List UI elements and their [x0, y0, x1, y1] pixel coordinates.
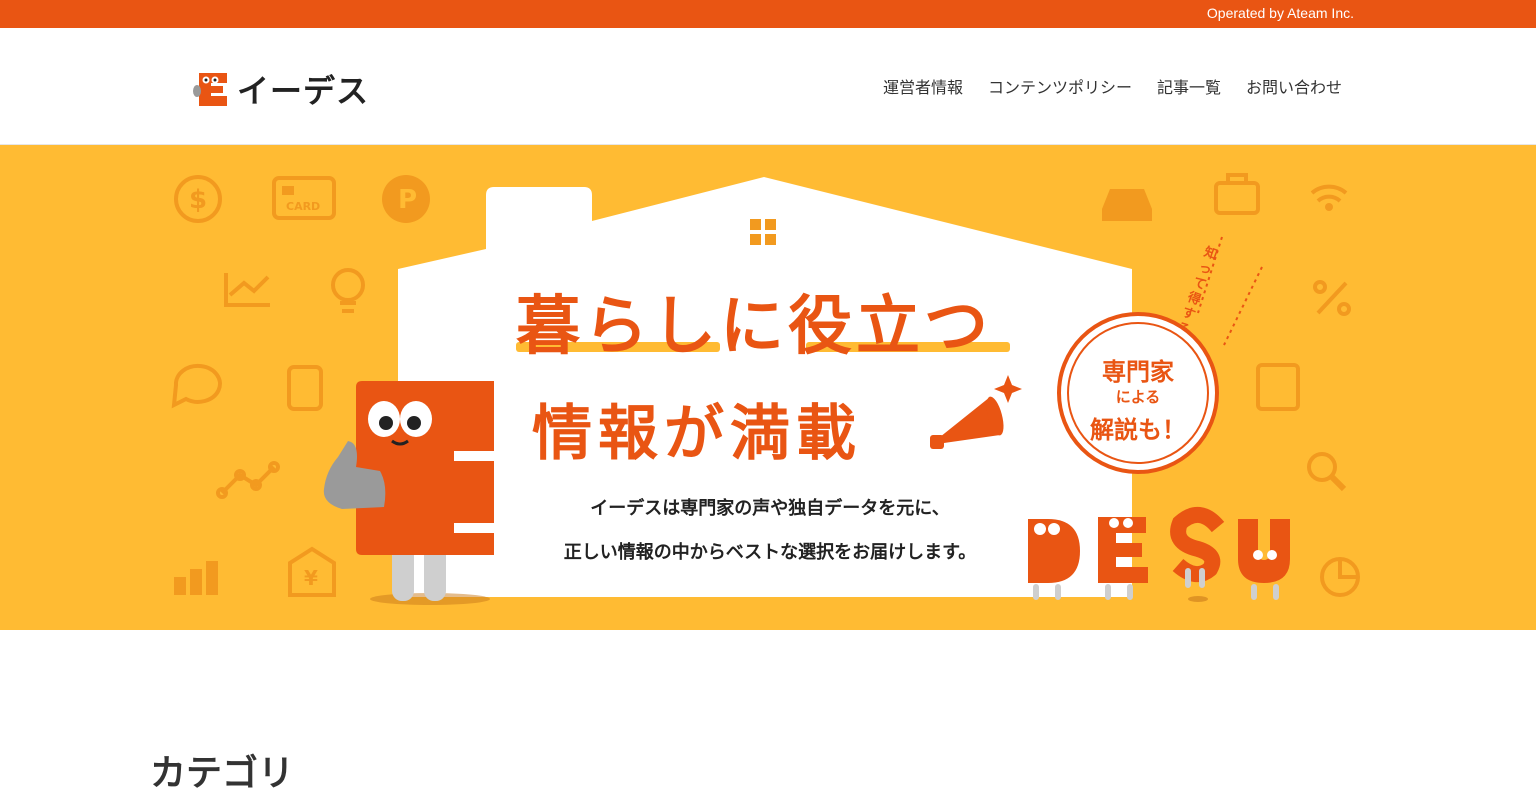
nav-content-policy[interactable]: コンテンツポリシー [988, 74, 1132, 98]
house-yen-icon: ¥ [288, 546, 336, 597]
calculator-icon [1256, 363, 1300, 411]
badge-line2: による [1115, 388, 1161, 406]
wifi-icon [1310, 184, 1348, 203]
chart-line-icon [224, 273, 270, 307]
points-icon: P [398, 185, 417, 215]
nav-operator-info[interactable]: 運営者情報 [883, 74, 963, 98]
site-logo[interactable]: イーデス [193, 66, 369, 112]
logo-mascot-icon [193, 73, 227, 106]
svg-text:$: $ [189, 185, 207, 215]
badge-line1: 専門家 [1102, 358, 1174, 386]
search-icon [1307, 452, 1347, 492]
phone-icon [287, 365, 323, 411]
hero-subcopy-line1: イーデスは専門家の声や独自データを元に、 [590, 498, 950, 519]
expert-badge: 専門家 による 解説も！ [1057, 312, 1219, 474]
badge-line3: 解説も！ [1090, 416, 1186, 444]
nav-article-list[interactable]: 記事一覧 [1157, 74, 1221, 98]
nav-contact[interactable]: お問い合わせ [1246, 74, 1342, 98]
chat-icon [171, 363, 222, 409]
category-section-title: カテゴリ [150, 753, 295, 794]
hero-subcopy-line2: 正しい情報の中からベストな選択をお届けします。 [563, 542, 977, 563]
bulb-icon [331, 268, 365, 313]
site-header: イーデス 運営者情報 コンテンツポリシー 記事一覧 お問い合わせ [0, 28, 1536, 145]
card-icon-text: CARD [286, 200, 320, 213]
hero-headline-line1: 暮らしに役立つ [516, 290, 992, 364]
main-nav: 運営者情報 コンテンツポリシー 記事一覧 お問い合わせ [883, 74, 1342, 98]
top-operator-bar: Operated by Ateam Inc. [0, 0, 1536, 28]
operator-text: Operated by Ateam Inc. [1206, 5, 1354, 21]
hero-headline-line2: 情報が満載 [532, 399, 862, 469]
hero-banner[interactable]: $ ¥ P CARD 暮らしに役立つ 情報が満載 イーデスは専門家の声や独自デー… [0, 145, 1536, 630]
logo-text: イーデス [237, 72, 370, 110]
svg-text:¥: ¥ [304, 566, 318, 590]
briefcase-icon [1214, 173, 1260, 215]
pie-icon [1320, 557, 1360, 597]
dollar-icon: $ [174, 175, 222, 223]
trend-icon [216, 461, 280, 499]
percent-icon [1313, 280, 1351, 316]
